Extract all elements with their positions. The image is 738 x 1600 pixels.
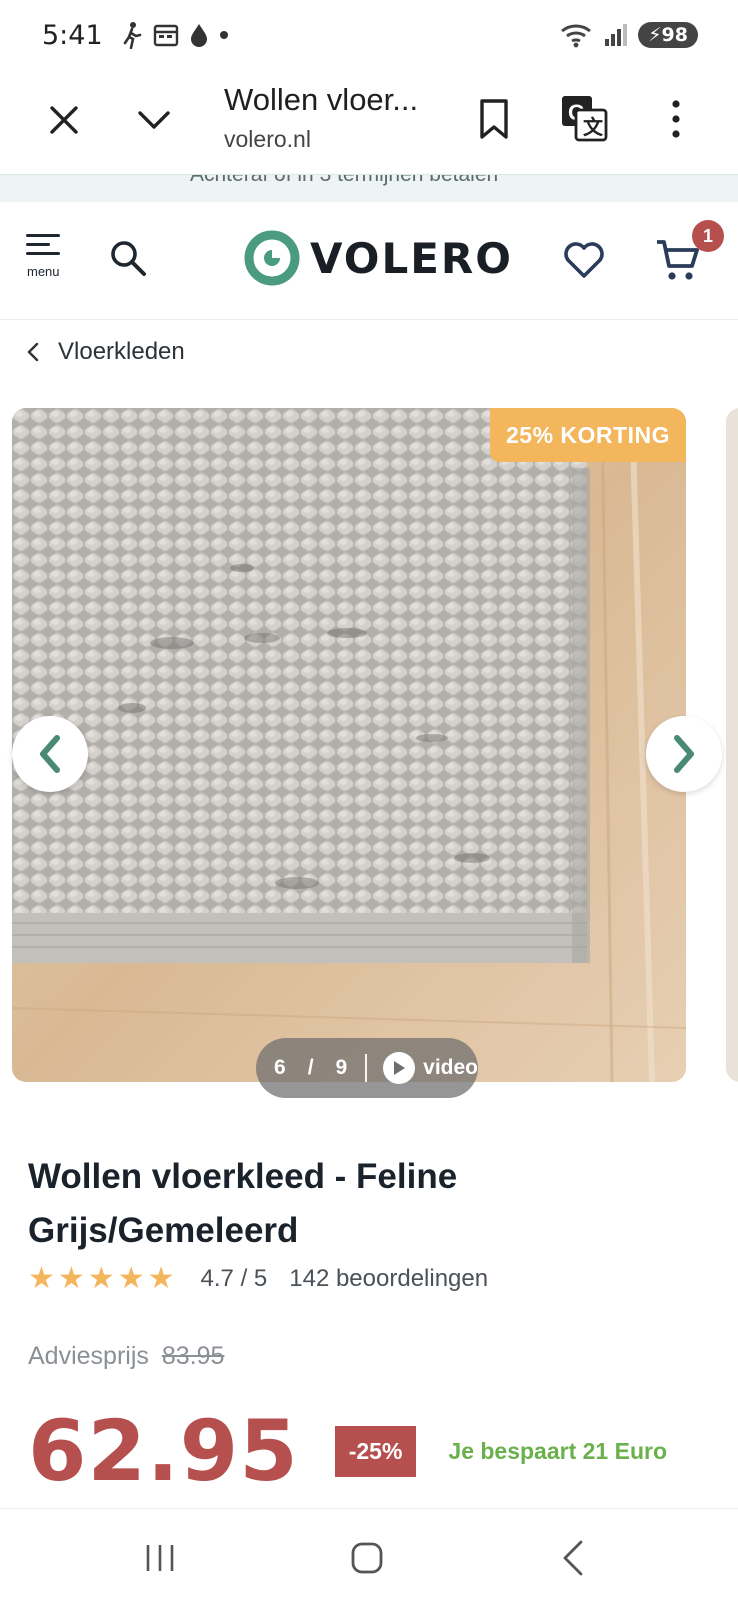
next-image-button[interactable]	[646, 716, 722, 792]
star-icon: ★	[117, 1262, 145, 1295]
menu-icon-line	[26, 234, 60, 237]
rug-photo	[12, 408, 686, 1082]
menu-button[interactable]: menu	[26, 234, 70, 284]
star-icon: ★	[28, 1262, 55, 1295]
breadcrumb-label: Vloerkleden	[58, 338, 185, 365]
counter-current: 6	[274, 1056, 286, 1079]
breadcrumb[interactable]: Vloerkleden	[26, 338, 185, 366]
dot-icon	[219, 31, 228, 39]
counter-separator: /	[307, 1056, 314, 1079]
menu-icon-line	[26, 252, 60, 255]
video-label[interactable]: video	[423, 1056, 478, 1080]
chevron-left-icon	[40, 735, 60, 773]
current-price: 62.95	[28, 1402, 299, 1500]
site-logo[interactable]: VOLERO	[244, 230, 513, 286]
promo-strip: Achteraf of in 3 termijnen betalen	[0, 174, 738, 202]
logo-text: VOLERO	[310, 233, 513, 283]
status-time: 5:41	[42, 19, 103, 51]
cart-count-badge[interactable]: 1	[692, 220, 724, 252]
drop-icon	[190, 24, 207, 47]
calendar-icon	[153, 24, 178, 47]
battery-level: 98	[661, 24, 688, 46]
counter-total: 9	[335, 1056, 348, 1079]
chevron-left-icon	[27, 342, 39, 362]
heart-icon[interactable]	[562, 238, 606, 282]
gallery-counter: 6 / 9 video	[256, 1038, 478, 1098]
more-vert-icon[interactable]	[664, 98, 688, 140]
counter-numbers: 6 / 9	[274, 1056, 347, 1080]
status-bar: 5:41 ⚡98	[0, 0, 738, 70]
svg-text:文: 文	[583, 115, 604, 139]
chevron-down-icon[interactable]	[134, 100, 174, 140]
advice-price: 83.95	[161, 1342, 225, 1370]
search-icon[interactable]	[108, 238, 148, 278]
status-icons-right: ⚡98	[560, 22, 698, 48]
walking-icon	[123, 22, 141, 49]
translate-icon[interactable]: G文	[560, 94, 608, 142]
star-icon: ★	[147, 1262, 175, 1295]
battery-icon: ⚡98	[638, 22, 698, 48]
promo-text: Achteraf of in 3 termijnen betalen	[190, 174, 499, 186]
browser-url: volero.nl	[224, 126, 311, 152]
browser-title-block[interactable]: Wollen vloer... volero.nl	[224, 82, 434, 153]
system-nav-bar	[0, 1508, 738, 1600]
wifi-icon	[561, 24, 592, 48]
home-icon[interactable]	[350, 1541, 384, 1575]
star-icon: ★	[57, 1262, 85, 1295]
status-icons-left	[121, 21, 229, 49]
savings-text: Je bespaart 21 Euro	[448, 1437, 668, 1464]
site-header: menu VOLERO 1	[0, 202, 738, 320]
recent-apps-icon[interactable]	[142, 1543, 178, 1573]
logo-mark-icon	[244, 230, 300, 286]
chevron-right-icon	[674, 735, 694, 773]
star-icon: ★	[87, 1262, 115, 1295]
signal-icon	[605, 24, 628, 46]
discount-badge: 25% KORTING	[490, 408, 686, 462]
product-image[interactable]	[12, 408, 686, 1082]
play-icon[interactable]	[383, 1052, 416, 1084]
browser-toolbar: Wollen vloer... volero.nl G文	[0, 70, 738, 174]
bookmark-icon[interactable]	[474, 98, 514, 140]
advice-price-row: Adviesprijs 83.95	[28, 1342, 224, 1371]
back-icon[interactable]	[560, 1539, 586, 1577]
menu-label: menu	[27, 264, 60, 279]
close-icon[interactable]	[44, 100, 84, 140]
counter-divider	[365, 1054, 368, 1082]
browser-title: Wollen vloer...	[224, 82, 419, 117]
price-row: 62.95 -25% Je bespaart 21 Euro	[28, 1402, 667, 1500]
prev-image-button[interactable]	[12, 716, 88, 792]
next-image-peek[interactable]	[726, 408, 738, 1082]
menu-icon-line	[26, 243, 50, 246]
rating-score: 4.7 / 5	[200, 1265, 268, 1292]
product-title: Wollen vloerkleed - Feline Grijs/Gemelee…	[28, 1157, 458, 1250]
discount-percent-badge: -25%	[334, 1425, 417, 1477]
review-count[interactable]: 142 beoordelingen	[289, 1265, 488, 1293]
advice-label: Adviesprijs	[28, 1342, 149, 1370]
rating-stars: ★ ★ ★ ★ ★	[28, 1264, 175, 1294]
rating-row[interactable]: ★ ★ ★ ★ ★ 4.7 / 5 142 beoordelingen	[28, 1264, 488, 1294]
